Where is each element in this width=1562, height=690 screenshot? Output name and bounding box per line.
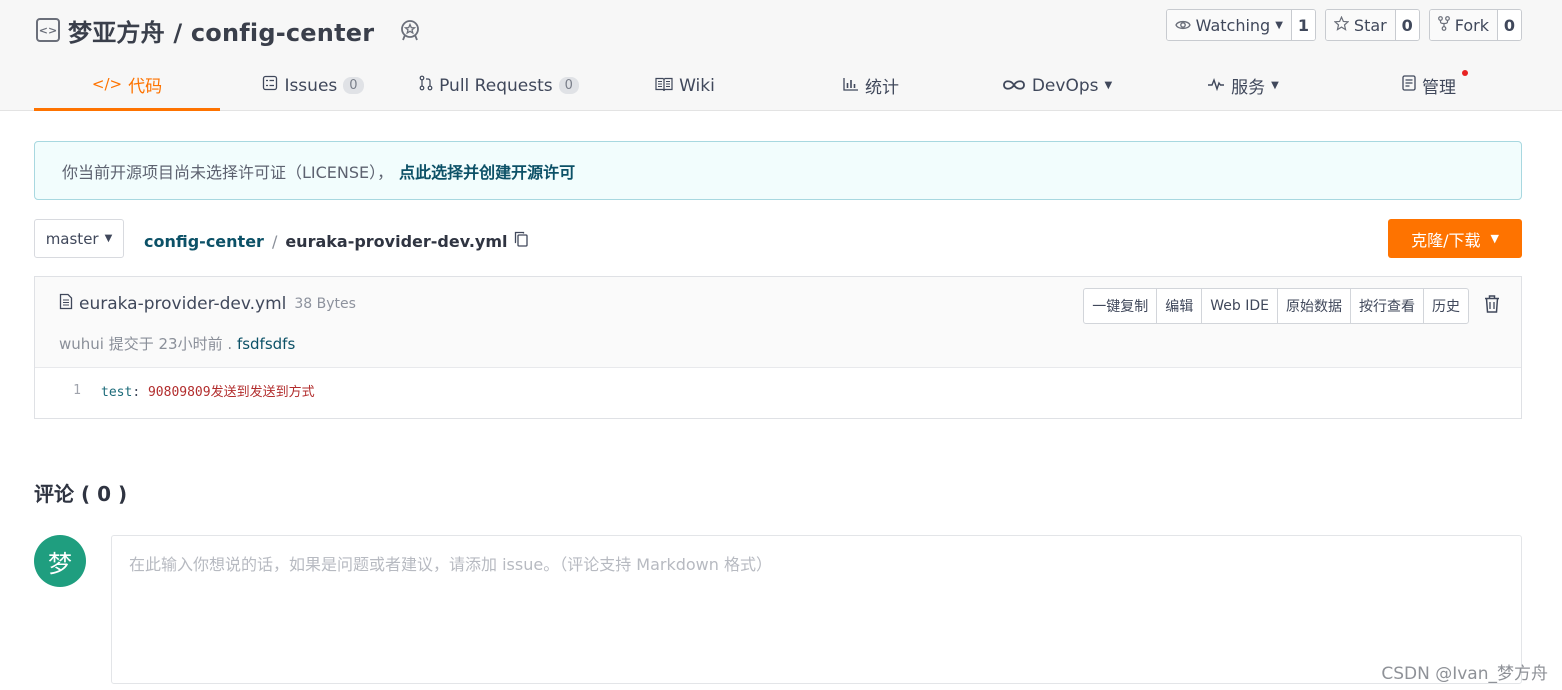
repo-header: <> 梦亚方舟 / config-center Watching ▼ 1 Sta… (0, 0, 1562, 111)
eye-icon (1174, 16, 1191, 35)
tab-wiki-label: Wiki (679, 75, 715, 96)
watermark: CSDN @Ivan_梦方舟 (1381, 664, 1548, 684)
comment-input[interactable] (111, 535, 1522, 684)
web-ide-button[interactable]: Web IDE (1201, 289, 1277, 323)
code-icon: </> (91, 75, 123, 93)
raw-button[interactable]: 原始数据 (1277, 289, 1350, 323)
code-text: test: 90809809发送到发送到方式 (101, 381, 315, 400)
watching-button[interactable]: Watching ▼ (1166, 10, 1291, 40)
star-button[interactable]: Star (1325, 10, 1395, 40)
commit-line: wuhui 提交于 23小时前 . fsdfsdfs (59, 333, 295, 354)
fork-label: Fork (1454, 15, 1489, 35)
fork-button[interactable]: Fork (1429, 10, 1497, 40)
star-label: Star (1353, 15, 1387, 35)
clone-download-button[interactable]: 克隆/下载 ▼ (1388, 219, 1522, 258)
tab-pull-requests[interactable]: Pull Requests 0 (406, 60, 592, 111)
tab-services-label: 服务 (1231, 78, 1266, 98)
star-count[interactable]: 0 (1394, 10, 1419, 40)
chevron-down-icon: ▼ (1104, 80, 1113, 91)
watching-count[interactable]: 1 (1290, 10, 1315, 40)
tab-code-label: 代码 (128, 76, 163, 97)
breadcrumb: config-center / euraka-provider-dev.yml (144, 230, 528, 252)
tab-pull-requests-count: 0 (558, 77, 579, 94)
breadcrumb-file: euraka-provider-dev.yml (285, 231, 508, 251)
tab-manage-label: 管理 (1422, 78, 1456, 98)
tab-issues-count: 0 (343, 77, 364, 94)
award-badge-icon[interactable] (398, 18, 422, 42)
repo-actions: Watching ▼ 1 Star 0 Fork 0 (1165, 9, 1522, 41)
avatar[interactable]: 梦 (34, 535, 86, 587)
copy-icon[interactable] (514, 231, 528, 251)
manage-icon (1402, 75, 1416, 96)
tab-issues[interactable]: Issues 0 (220, 60, 406, 111)
code-line: 1 test: 90809809发送到发送到方式 (35, 381, 315, 400)
fork-count[interactable]: 0 (1497, 10, 1521, 40)
bar-chart-icon (843, 76, 859, 96)
tab-manage[interactable]: 管理 (1336, 60, 1522, 111)
book-icon (655, 76, 673, 96)
tab-services[interactable]: 服务 ▼ (1150, 60, 1336, 111)
license-notice-text: 你当前开源项目尚未选择许可证（LICENSE）， (62, 162, 394, 182)
file-header: euraka-provider-dev.yml 38 Bytes wuhui 提… (35, 277, 1521, 368)
watching-group: Watching ▼ 1 (1165, 9, 1316, 41)
tab-stats-label: 统计 (865, 78, 899, 98)
blame-button[interactable]: 按行查看 (1350, 289, 1423, 323)
infinity-icon (1002, 76, 1026, 96)
chevron-down-icon: ▼ (104, 233, 113, 244)
branch-label: master (45, 229, 99, 248)
repo-code-icon: <> (36, 18, 60, 42)
chevron-down-icon: ▼ (1275, 19, 1283, 31)
branch-select[interactable]: master ▼ (34, 219, 124, 258)
file-name: euraka-provider-dev.yml (79, 293, 287, 314)
fork-group: Fork 0 (1428, 9, 1522, 41)
file-icon (59, 293, 73, 314)
star-group: Star 0 (1324, 9, 1420, 41)
issues-icon (262, 75, 278, 96)
create-license-link[interactable]: 点此选择并创建开源许可 (399, 159, 575, 183)
tab-pull-requests-label: Pull Requests (439, 75, 553, 96)
chevron-down-icon: ▼ (1490, 232, 1499, 245)
tab-issues-label: Issues (284, 75, 338, 96)
tab-code[interactable]: </> 代码 (34, 60, 220, 111)
repo-title-row: <> 梦亚方舟 / config-center (36, 13, 422, 48)
commit-author[interactable]: wuhui (59, 335, 104, 353)
tab-stats[interactable]: 统计 (778, 60, 964, 111)
tab-devops[interactable]: DevOps ▼ (964, 60, 1150, 111)
watching-label: Watching (1195, 15, 1271, 35)
tab-wiki[interactable]: Wiki (592, 60, 778, 111)
commit-info: 提交于 23小时前 . (108, 335, 233, 353)
file-name-row: euraka-provider-dev.yml 38 Bytes (59, 293, 356, 314)
code-punct: : (132, 385, 141, 400)
file-size: 38 Bytes (294, 295, 356, 312)
line-number[interactable]: 1 (35, 383, 81, 398)
code-value: 90809809发送到发送到方式 (147, 385, 315, 400)
breadcrumb-root[interactable]: config-center (144, 232, 264, 251)
repo-tabs: </> 代码 Issues 0 Pull Requests 0 Wiki 统计 … (34, 60, 1522, 111)
file-toolbar: 一键复制 编辑 Web IDE 原始数据 按行查看 历史 (1083, 288, 1469, 324)
commit-message[interactable]: fsdfsdfs (237, 335, 295, 353)
copy-all-button[interactable]: 一键复制 (1084, 289, 1156, 323)
chevron-down-icon: ▼ (1271, 80, 1279, 91)
repo-title[interactable]: 梦亚方舟 / config-center (68, 13, 374, 48)
notification-dot (1462, 70, 1468, 76)
pull-request-icon (419, 75, 433, 96)
file-panel: euraka-provider-dev.yml 38 Bytes wuhui 提… (34, 276, 1522, 419)
star-icon (1333, 15, 1350, 35)
pulse-icon (1207, 76, 1225, 96)
clone-download-label: 克隆/下载 (1411, 230, 1481, 250)
code-key: test (101, 385, 133, 400)
trash-icon[interactable] (1481, 292, 1503, 316)
license-notice: 你当前开源项目尚未选择许可证（LICENSE）， 点此选择并创建开源许可 (34, 141, 1522, 200)
fork-icon (1437, 15, 1450, 35)
edit-button[interactable]: 编辑 (1156, 289, 1201, 323)
history-button[interactable]: 历史 (1423, 289, 1468, 323)
breadcrumb-separator: / (271, 231, 278, 251)
tab-devops-label: DevOps (1031, 75, 1099, 96)
comments-title: 评论 ( 0 ) (34, 482, 128, 506)
